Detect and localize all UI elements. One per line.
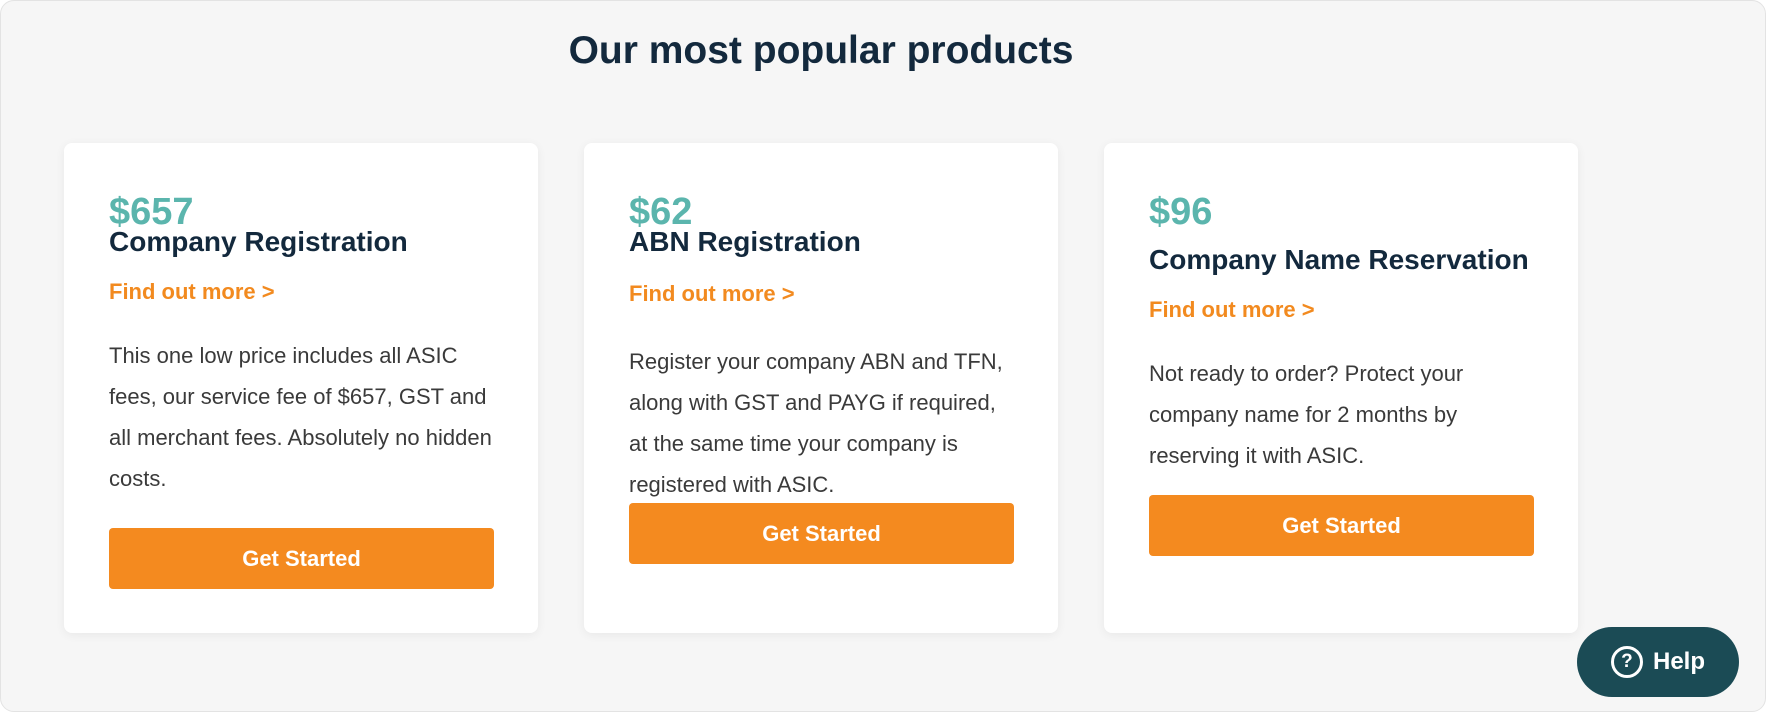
- get-started-button[interactable]: Get Started: [109, 528, 494, 589]
- product-description: Register your company ABN and TFN, along…: [629, 349, 1003, 497]
- find-out-more-link[interactable]: Find out more >: [109, 281, 275, 303]
- product-price: $96: [1149, 191, 1213, 233]
- help-button[interactable]: ? Help: [1577, 627, 1739, 697]
- help-label: Help: [1652, 648, 1705, 675]
- section-heading: Our most popular products: [568, 29, 1074, 72]
- popular-products-section: Our most popular products $657 Company R…: [0, 0, 1766, 712]
- product-card-company-registration: $657 Company Registration Find out more …: [64, 143, 538, 633]
- product-title: ABN Registration: [629, 226, 861, 257]
- get-started-button[interactable]: Get Started: [629, 503, 1014, 564]
- get-started-button[interactable]: Get Started: [1149, 495, 1534, 556]
- product-description: This one low price includes all ASIC fee…: [109, 343, 492, 491]
- question-circle-icon: ?: [1610, 646, 1643, 678]
- find-out-more-link[interactable]: Find out more >: [629, 283, 795, 305]
- product-card-abn-registration: $62 ABN Registration Find out more > Reg…: [584, 143, 1058, 633]
- product-title: Company Registration: [109, 226, 408, 257]
- product-card-company-name-reservation: $96 Company Name Reservation Find out mo…: [1104, 143, 1578, 633]
- product-description: Not ready to order? Protect your company…: [1149, 361, 1464, 468]
- product-title: Company Name Reservation: [1149, 244, 1529, 275]
- find-out-more-link[interactable]: Find out more >: [1149, 299, 1315, 321]
